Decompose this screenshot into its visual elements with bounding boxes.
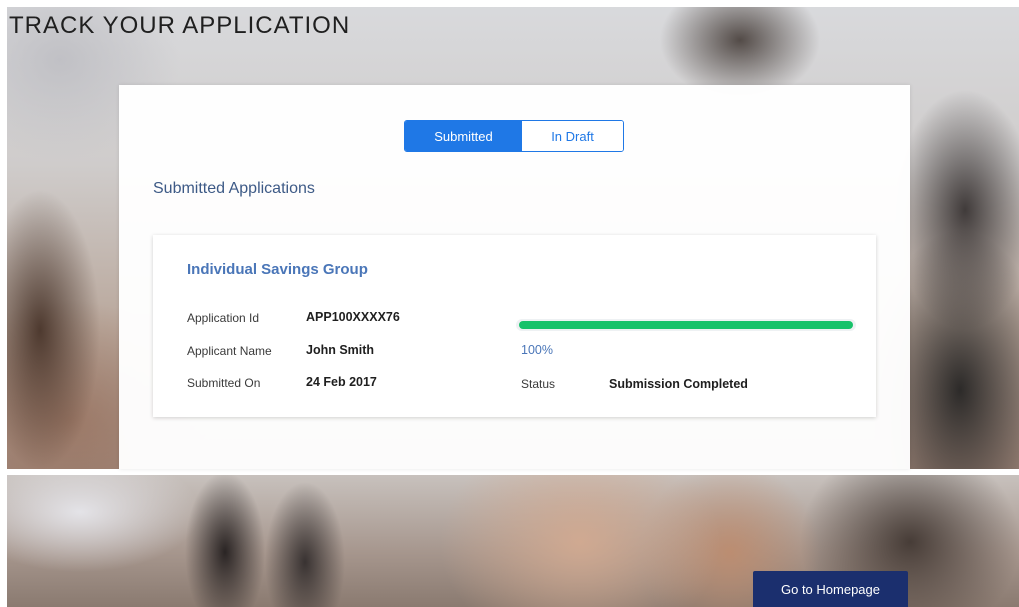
left-edge <box>0 0 7 607</box>
tab-submitted[interactable]: Submitted <box>405 121 522 151</box>
tab-in-draft[interactable]: In Draft <box>522 121 623 151</box>
status-value: Submission Completed <box>609 377 748 391</box>
track-application-page: TRACK YOUR APPLICATION Submitted In Draf… <box>0 0 1019 607</box>
page-title: TRACK YOUR APPLICATION <box>9 12 351 39</box>
top-edge <box>0 0 1019 7</box>
applicant-name-value: John Smith <box>306 343 375 357</box>
section-title: Submitted Applications <box>153 180 315 197</box>
application-card[interactable]: Individual Savings Group Application Id … <box>153 235 876 417</box>
applicant-name-label: Applicant Name <box>187 344 272 358</box>
application-id-value: APP100XXXX76 <box>306 310 400 324</box>
background-divider <box>0 469 1019 475</box>
progress-bar-fill <box>519 321 853 329</box>
status-label: Status <box>521 377 556 391</box>
progress-bar <box>516 319 856 331</box>
progress-percent: 100% <box>521 343 553 357</box>
application-group-name[interactable]: Individual Savings Group <box>187 261 368 278</box>
submitted-on-value: 24 Feb 2017 <box>306 375 377 389</box>
go-to-homepage-button[interactable]: Go to Homepage <box>753 571 908 607</box>
applications-panel: Submitted In Draft Submitted Application… <box>119 85 910 469</box>
application-status-toggle: Submitted In Draft <box>404 120 624 152</box>
application-id-label: Application Id <box>187 311 260 325</box>
submitted-on-label: Submitted On <box>187 376 261 390</box>
